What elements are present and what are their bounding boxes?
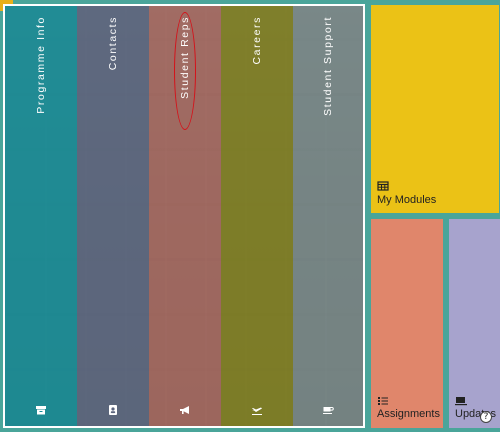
nav-column-contacts[interactable]: Contacts (77, 6, 149, 426)
assignments-tile[interactable]: Assignments (371, 219, 443, 428)
contact-card-icon (109, 405, 117, 415)
airplane-icon (252, 407, 262, 415)
nav-column-student-support[interactable]: Student Support (293, 6, 363, 426)
archive-icon (36, 406, 46, 415)
nav-column-careers[interactable]: Careers (221, 6, 293, 426)
checklist-icon (378, 397, 388, 405)
nav-label-programme-info: Programme Info (35, 16, 47, 114)
updates-tile[interactable]: Updates (449, 219, 500, 428)
nav-label-student-reps: Student Reps (179, 16, 191, 99)
nav-panel: Programme Info Contacts Student Reps Car… (3, 4, 365, 428)
help-icon[interactable]: ? (480, 411, 492, 423)
nav-column-student-reps[interactable]: Student Reps (149, 6, 221, 426)
laptop-coffee-icon (455, 397, 467, 406)
my-modules-tile[interactable]: My Modules (371, 5, 499, 213)
assignments-label: Assignments (377, 408, 440, 420)
nav-label-student-support: Student Support (322, 16, 334, 116)
coffee-cup-icon (323, 407, 334, 414)
nav-column-programme-info[interactable]: Programme Info (5, 6, 77, 426)
table-icon (377, 181, 389, 191)
nav-label-careers: Careers (251, 16, 263, 65)
megaphone-icon (180, 406, 189, 414)
nav-label-contacts: Contacts (107, 16, 119, 71)
my-modules-label: My Modules (377, 194, 437, 206)
